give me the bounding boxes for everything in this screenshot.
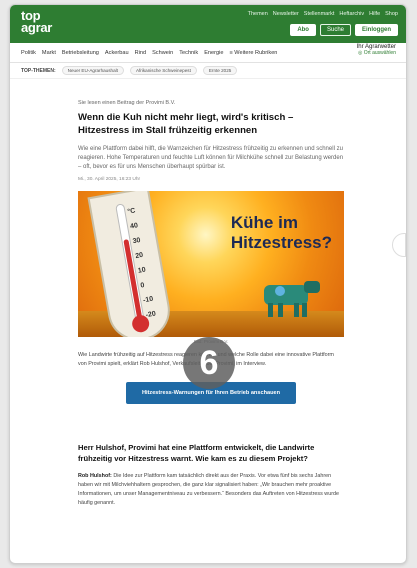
abo-button[interactable]: Abo	[290, 24, 316, 36]
search-button[interactable]: Suche	[319, 24, 351, 36]
nav-item-energie[interactable]: Energie	[204, 50, 223, 56]
nav-item-more[interactable]: ≡ Weitere Rubriken	[229, 50, 277, 56]
nav-item-rind[interactable]: Rind	[135, 50, 147, 56]
answer-speaker: Rob Hulshof:	[78, 473, 112, 479]
weather-widget[interactable]: Ihr Agrarwetter ◎ Ort auswählen	[357, 44, 396, 56]
top-links: Themen Newsletter Stellenmarkt Heftarchi…	[248, 11, 398, 17]
interview-answer: Rob Hulshof: Die Idee zur Plattform kam …	[78, 472, 344, 508]
header-buttons: Abo Suche Einloggen	[290, 24, 398, 36]
topic-chip[interactable]: Neuer EU-Agrarhaushalt	[61, 66, 124, 75]
sponsor-kicker: Sie lesen einen Beitrag der Provimi B.V.	[78, 100, 176, 106]
link-shop[interactable]: Shop	[385, 11, 398, 17]
answer-text: Die Idee zur Plattform kam tatsächlich d…	[78, 473, 339, 506]
logo-line-2: agrar	[21, 20, 53, 35]
article-headline: Wenn die Kuh nicht mehr liegt, wird's kr…	[78, 112, 294, 136]
nav-item-betriebsleitung[interactable]: Betriebsleitung	[62, 50, 99, 56]
nav-item-politik[interactable]: Politik	[21, 50, 36, 56]
step-number-badge: 6	[183, 337, 235, 389]
main-nav: Politik Markt Betriebsleitung Ackerbau R…	[10, 43, 406, 63]
link-heftarchiv[interactable]: Heftarchiv	[339, 11, 364, 17]
interview-question: Herr Hulshof, Provimi hat eine Plattform…	[78, 443, 315, 463]
topic-chip[interactable]: Ernte 2025	[202, 66, 238, 75]
topic-chip[interactable]: Afrikanische Schweinepest	[129, 66, 197, 75]
top-topics-label: TOP-THEMEN:	[21, 67, 56, 74]
nav-item-schwein[interactable]: Schwein	[152, 50, 173, 56]
nav-item-markt[interactable]: Markt	[42, 50, 56, 56]
hero-title: Kühe im Hitzestress?	[230, 213, 332, 252]
nav-item-ackerbau[interactable]: Ackerbau	[105, 50, 129, 56]
cow-silhouette-icon	[264, 281, 320, 317]
scroll-handle[interactable]	[392, 233, 406, 257]
link-newsletter[interactable]: Newsletter	[273, 11, 299, 17]
link-themen[interactable]: Themen	[248, 11, 268, 17]
hero-image: °C 40 30 20 10 0 -10 -20 Kühe im Hitzest…	[78, 191, 344, 337]
article: Sie lesen einen Beitrag der Provimi B.V.…	[78, 100, 344, 508]
weather-location-link[interactable]: ◎ Ort auswählen	[357, 50, 396, 56]
article-date: Mi., 30. April 2025, 16:23 Uhr	[78, 177, 141, 182]
link-hilfe[interactable]: Hilfe	[369, 11, 380, 17]
nav-item-technik[interactable]: Technik	[179, 50, 198, 56]
article-teaser: Wie eine Plattform dabei hilft, die Warn…	[78, 146, 344, 170]
site-logo[interactable]: top agrar	[21, 9, 53, 35]
link-stellenmarkt[interactable]: Stellenmarkt	[304, 11, 335, 17]
top-topics-bar: TOP-THEMEN: Neuer EU-Agrarhaushalt Afrik…	[10, 63, 406, 79]
site-header: top agrar Themen Newsletter Stellenmarkt…	[10, 5, 406, 43]
login-button[interactable]: Einloggen	[355, 24, 398, 36]
